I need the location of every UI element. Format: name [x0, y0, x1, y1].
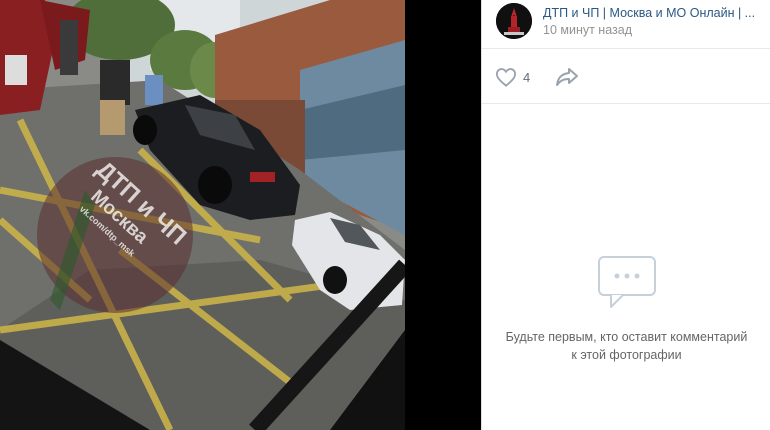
post-actions: 4: [482, 49, 770, 104]
group-name-link[interactable]: ДТП и ЧП | Москва и МО Онлайн | ...: [543, 6, 767, 20]
comments-icon: [597, 255, 657, 316]
group-avatar[interactable]: [496, 3, 532, 39]
share-icon: [556, 68, 578, 86]
photo-viewer: ДТП и ЧП Москва vk.com/dtp_msk: [0, 0, 480, 430]
post-photo[interactable]: ДТП и ЧП Москва vk.com/dtp_msk: [0, 0, 405, 430]
post-header: ДТП и ЧП | Москва и МО Онлайн | ... 10 м…: [482, 0, 770, 49]
post-side-panel: ДТП и ЧП | Москва и МО Онлайн | ... 10 м…: [481, 0, 770, 430]
like-button[interactable]: 4: [495, 65, 530, 89]
post-timestamp[interactable]: 10 минут назад: [543, 23, 632, 37]
share-button[interactable]: [555, 67, 579, 92]
heart-icon: [495, 68, 517, 87]
viewer-backdrop: [405, 0, 480, 430]
like-count: 4: [523, 69, 531, 85]
no-comments-message: Будьте первым, кто оставит комментарий к…: [505, 330, 748, 362]
